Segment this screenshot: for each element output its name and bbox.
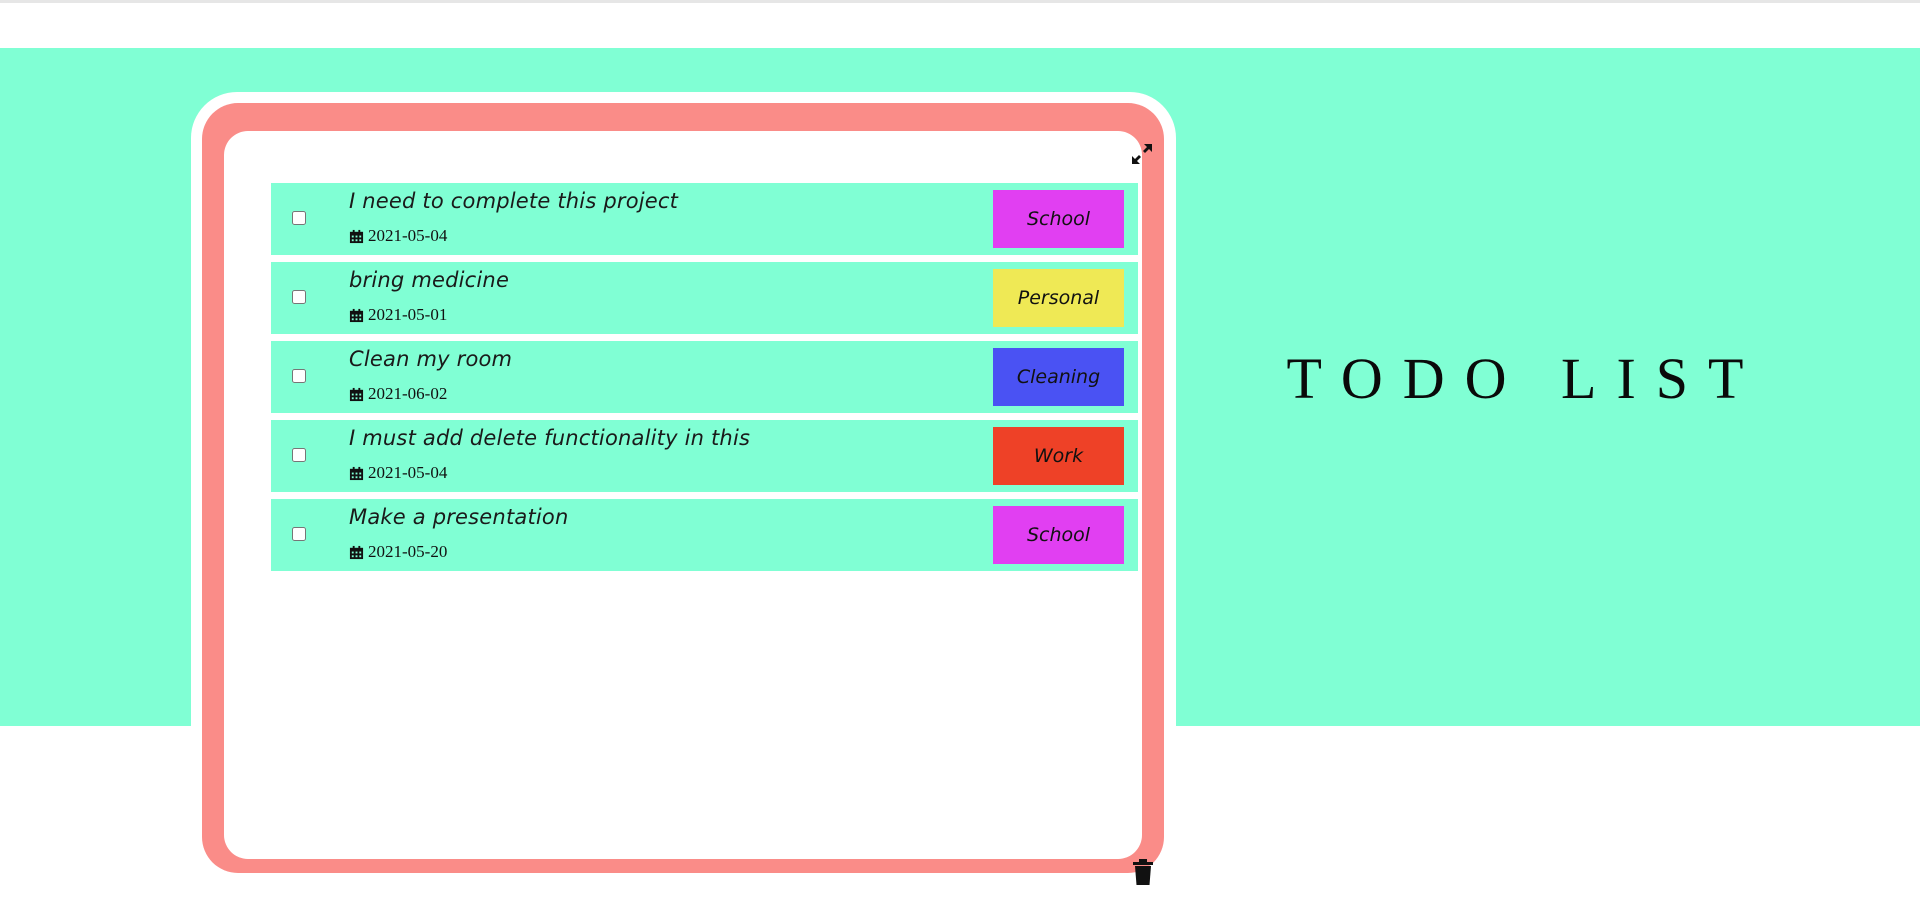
task-date-text: 2021-06-02 [368, 384, 448, 403]
task-text: I need to complete this project [349, 189, 679, 213]
task-text: bring medicine [349, 268, 510, 292]
task-item: Make a presentation 2021-05-20 School [271, 499, 1138, 571]
task-date: 2021-05-04 [349, 463, 447, 483]
task-date-text: 2021-05-04 [368, 226, 448, 245]
calendar-icon [349, 308, 364, 322]
task-date: 2021-05-01 [349, 305, 447, 325]
task-text: Clean my room [349, 347, 513, 371]
task-date: 2021-06-02 [349, 384, 447, 404]
task-checkbox[interactable] [292, 290, 306, 304]
task-item: I need to complete this project 2021-05-… [271, 183, 1138, 255]
category-tag[interactable]: Cleaning [993, 348, 1124, 406]
task-date-text: 2021-05-01 [368, 305, 448, 324]
task-checkbox[interactable] [292, 448, 306, 462]
page-title: TODO LIST [1286, 346, 1764, 411]
category-tag[interactable]: School [993, 506, 1124, 564]
task-checkbox[interactable] [292, 211, 306, 225]
task-item: Clean my room 2021-06-02 Cleaning [271, 341, 1138, 413]
category-tag[interactable]: Personal [993, 269, 1124, 327]
task-date-text: 2021-05-20 [368, 542, 448, 561]
todo-card: I need to complete this project 2021-05-… [202, 103, 1164, 885]
task-text: Make a presentation [349, 505, 569, 529]
todo-card-body: I need to complete this project 2021-05-… [224, 131, 1153, 885]
calendar-icon [349, 229, 364, 243]
task-date: 2021-05-20 [349, 542, 447, 562]
calendar-icon [349, 545, 364, 559]
category-tag[interactable]: Work [993, 427, 1124, 485]
task-item: I must add delete functionality in this … [271, 420, 1138, 492]
task-date-text: 2021-05-04 [368, 463, 448, 482]
task-date: 2021-05-04 [349, 226, 447, 246]
category-tag[interactable]: School [993, 190, 1124, 248]
calendar-icon [349, 466, 364, 480]
task-item: bring medicine 2021-05-01 Personal [271, 262, 1138, 334]
task-checkbox[interactable] [292, 369, 306, 383]
calendar-icon [349, 387, 364, 401]
top-divider [0, 0, 1920, 3]
trash-icon[interactable] [1132, 859, 1154, 885]
expand-icon[interactable] [1130, 142, 1154, 166]
task-text: I must add delete functionality in this [349, 426, 751, 450]
task-checkbox[interactable] [292, 527, 306, 541]
